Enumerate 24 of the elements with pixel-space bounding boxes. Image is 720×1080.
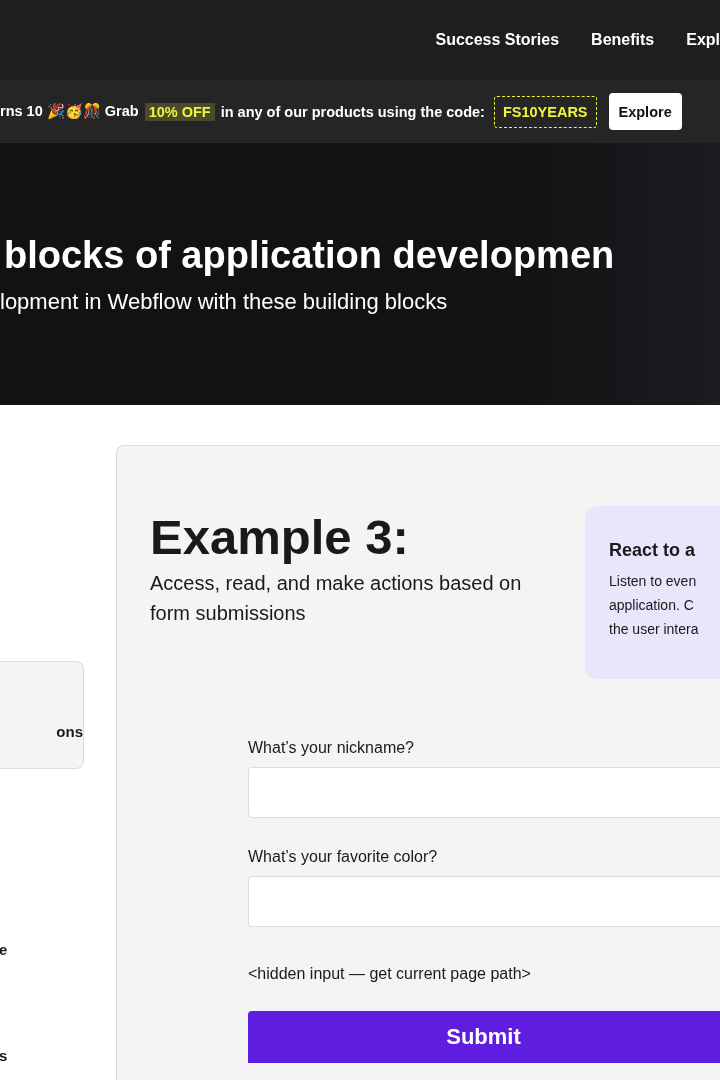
promo-text: rns 10 🎉🥳🎊 Grab — [0, 103, 139, 120]
promo-code: FS10YEARS — [493, 95, 597, 128]
field-label: What’s your favorite color? — [248, 848, 439, 866]
example-title: Example 3: — [150, 509, 410, 566]
text-input-field[interactable] — [248, 767, 720, 818]
hidden-input-note: <hidden input — get current page path> — [248, 965, 532, 983]
example-description: Access, read, and make actions based on form submissions — [150, 571, 523, 626]
discount-highlight: 10% OFF — [144, 102, 215, 121]
info-card-title: React to a — [609, 540, 697, 561]
explore-button[interactable]: Explore — [608, 93, 682, 130]
sidebar-item[interactable]: e — [0, 941, 116, 958]
info-card-text: Listen to even application. C the user intera — [609, 572, 700, 639]
nav-link[interactable]: Expl — [686, 31, 720, 49]
submit-button[interactable]: Submit — [248, 1011, 720, 1063]
nav-link[interactable]: Success Stories — [435, 31, 560, 49]
text-input-field[interactable] — [248, 876, 720, 927]
sidebar-card[interactable]: ons — [0, 661, 84, 769]
promo-text: in any of our products using the code: — [220, 103, 485, 120]
sidebar-item[interactable]: s — [0, 1047, 116, 1064]
field-label: What’s your nickname? — [248, 739, 415, 757]
nav-link[interactable]: Benefits — [591, 31, 655, 49]
sidebar-card-text: ons — [55, 723, 83, 740]
hero-title: blocks of application developmen — [4, 233, 616, 278]
hero-subtitle: lopment in Webflow with these building blocks — [0, 289, 449, 315]
